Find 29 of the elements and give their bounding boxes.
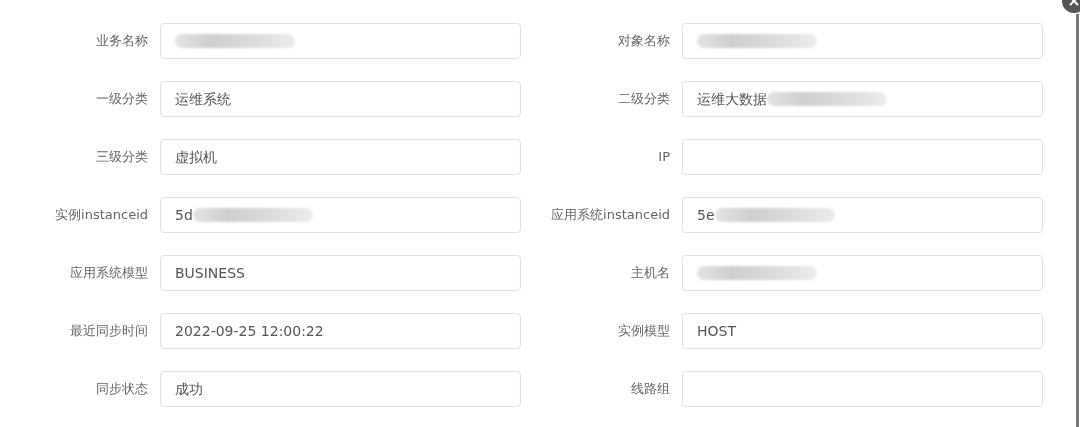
field-label: 二级分类 bbox=[617, 90, 671, 109]
field-label: 线路组 bbox=[630, 380, 671, 399]
field-label: 同步状态 bbox=[95, 380, 149, 399]
input-field[interactable] bbox=[682, 255, 1043, 291]
input-field[interactable]: 运维大数据 bbox=[682, 81, 1043, 117]
field-label: IP bbox=[657, 148, 671, 167]
input-field[interactable]: 5d bbox=[160, 197, 521, 233]
field-label: 对象名称 bbox=[617, 32, 671, 51]
input-field[interactable] bbox=[682, 139, 1043, 175]
input-field[interactable] bbox=[682, 371, 1043, 407]
field-label: 最近同步时间 bbox=[69, 322, 149, 341]
field-label: 应用系统instanceid bbox=[550, 206, 671, 225]
input-field[interactable]: 运维系统 bbox=[160, 81, 521, 117]
field-label: 实例模型 bbox=[617, 322, 671, 341]
field-label: 三级分类 bbox=[95, 148, 149, 167]
field-label: 业务名称 bbox=[95, 32, 149, 51]
input-field[interactable]: BUSINESS bbox=[160, 255, 521, 291]
scrollbar[interactable] bbox=[1076, 14, 1079, 427]
input-field[interactable] bbox=[160, 23, 521, 59]
field-label: 应用系统模型 bbox=[69, 264, 149, 283]
input-field[interactable]: 2022-09-25 12:00:22 bbox=[160, 313, 521, 349]
field-label: 主机名 bbox=[630, 264, 671, 283]
input-field[interactable]: 5e bbox=[682, 197, 1043, 233]
field-label: 实例instanceid bbox=[54, 206, 149, 225]
input-field[interactable] bbox=[682, 23, 1043, 59]
field-label: 一级分类 bbox=[95, 90, 149, 109]
input-field[interactable]: HOST bbox=[682, 313, 1043, 349]
input-field[interactable]: 虚拟机 bbox=[160, 139, 521, 175]
input-field[interactable]: 成功 bbox=[160, 371, 521, 407]
